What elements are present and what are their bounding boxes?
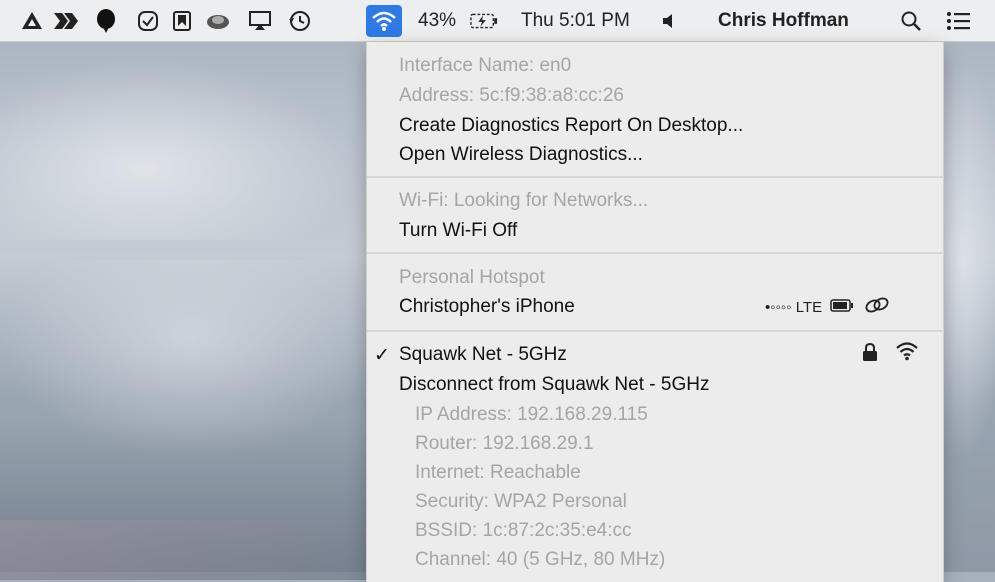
wallpaper-tint <box>0 520 380 580</box>
checkmark-circle-icon[interactable] <box>134 7 162 35</box>
ip-address: IP Address: 192.168.29.115 <box>415 404 648 425</box>
clock[interactable]: Thu 5:01 PM <box>521 0 630 42</box>
disconnect-item[interactable]: Disconnect from Squawk Net - 5GHz <box>399 374 709 396</box>
menu-separator <box>367 176 943 178</box>
network-item-squawk-net[interactable]: Squawk Net - 5GHz <box>399 344 567 366</box>
bssid: BSSID: 1c:87:2c:35:e4:cc <box>415 520 632 541</box>
notification-center-icon[interactable] <box>945 7 973 35</box>
wifi-status: Wi-Fi: Looking for Networks... <box>399 190 649 211</box>
channel-info: Channel: 40 (5 GHz, 80 MHz) <box>415 549 666 570</box>
mac-address: Address: 5c:f9:38:a8:cc:26 <box>399 85 624 106</box>
lock-icon <box>862 342 878 367</box>
balloon-icon[interactable] <box>92 7 120 35</box>
spotlight-search-icon[interactable] <box>897 7 925 35</box>
airplay-icon[interactable] <box>246 7 274 35</box>
wifi-icon[interactable] <box>366 5 402 37</box>
menu-bar: 43% Thu 5:01 PM Chris Hoffman <box>0 0 995 42</box>
google-drive-icon[interactable] <box>18 7 46 35</box>
personal-hotspot-header: Personal Hotspot <box>399 267 545 288</box>
wifi-dropdown-menu: Interface Name: en0 Address: 5c:f9:38:a8… <box>366 42 944 582</box>
interface-name: Interface Name: en0 <box>399 55 572 76</box>
security-type: Security: WPA2 Personal <box>415 491 627 512</box>
cloud-icon[interactable] <box>204 7 232 35</box>
connected-check-icon: ✓ <box>374 345 390 366</box>
router-address: Router: 192.168.29.1 <box>415 433 594 454</box>
wallpaper-cloud <box>0 60 360 240</box>
hotspot-link-icon <box>864 296 890 318</box>
hotspot-signal: •◦◦◦◦ LTE <box>765 298 823 316</box>
battery-charging-icon[interactable] <box>470 7 498 35</box>
create-diagnostics-report-item[interactable]: Create Diagnostics Report On Desktop... <box>399 115 743 137</box>
open-wireless-diagnostics-item[interactable]: Open Wireless Diagnostics... <box>399 144 643 166</box>
volume-icon[interactable] <box>655 7 683 35</box>
menu-separator <box>367 330 943 332</box>
wifi-signal-icon <box>895 341 919 366</box>
battery-percent[interactable]: 43% <box>418 0 456 42</box>
hotspot-device-item[interactable]: Christopher's iPhone <box>399 296 575 318</box>
turn-wifi-off-item[interactable]: Turn Wi-Fi Off <box>399 220 517 242</box>
user-name[interactable]: Chris Hoffman <box>718 0 849 42</box>
time-machine-icon[interactable] <box>286 7 314 35</box>
bookmark-icon[interactable] <box>168 7 196 35</box>
flow-icon[interactable] <box>52 7 80 35</box>
menu-separator <box>367 252 943 254</box>
hotspot-status: •◦◦◦◦ LTE <box>765 296 890 318</box>
internet-status: Internet: Reachable <box>415 462 581 483</box>
hotspot-battery-icon <box>830 298 854 316</box>
